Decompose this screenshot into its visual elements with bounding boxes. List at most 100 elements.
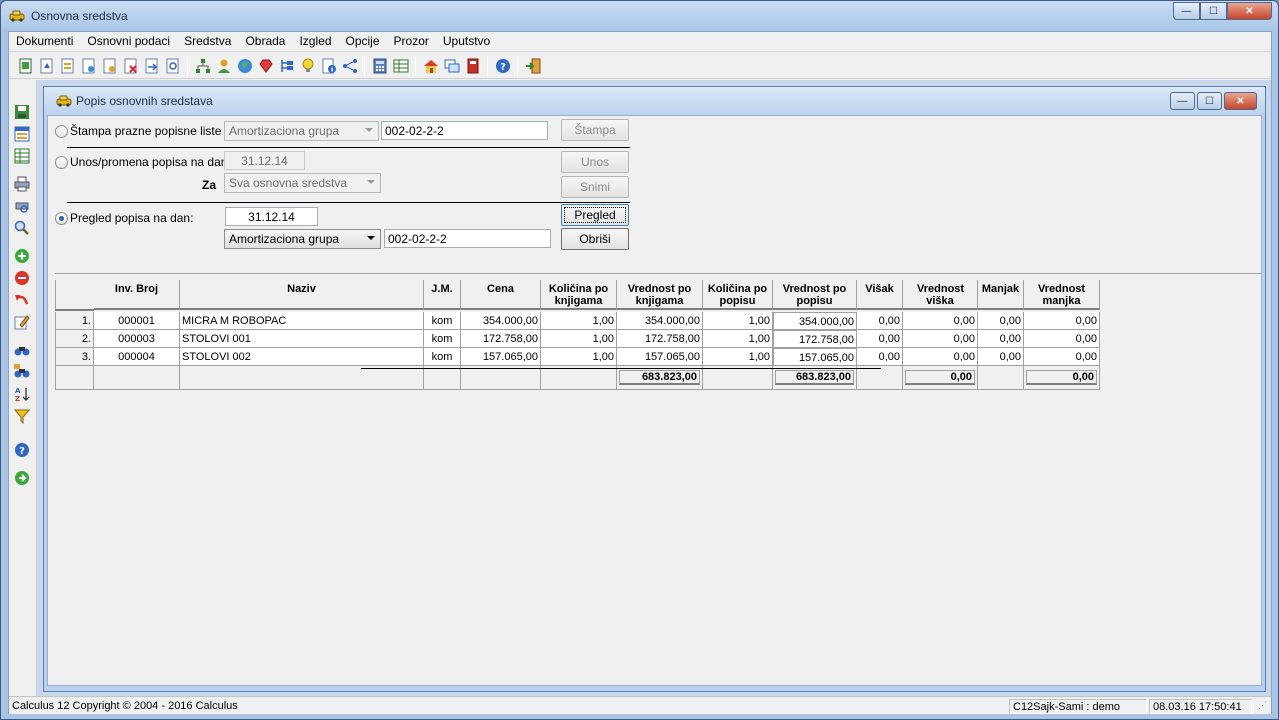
windows-icon[interactable] [444, 58, 460, 74]
review-option[interactable]: Pregled popisa na dan: [55, 211, 193, 225]
col-cena[interactable]: Cena [461, 280, 541, 310]
entry-radio[interactable] [55, 155, 68, 169]
menu-osnovni-podaci[interactable]: Osnovni podaci [80, 32, 177, 51]
sort-icon[interactable]: AZ [14, 386, 30, 402]
add-icon[interactable] [14, 248, 30, 264]
child-minimize-button[interactable]: — [1170, 92, 1195, 110]
document-new-icon[interactable] [81, 58, 97, 74]
child-close-button[interactable]: ✕ [1224, 92, 1257, 110]
form-icon[interactable] [14, 126, 30, 142]
cell-visak[interactable]: 0,00 [857, 312, 903, 330]
exit-icon[interactable] [525, 58, 541, 74]
col-vrednost-popis[interactable]: Vrednost po popisu [773, 280, 857, 310]
cell-visak[interactable]: 0,00 [857, 348, 903, 366]
filter-icon[interactable] [14, 408, 30, 424]
cell-cena[interactable]: 172.758,00 [461, 330, 541, 348]
unos-button[interactable]: Unos [561, 151, 629, 173]
print-empty-radio[interactable] [55, 124, 68, 138]
print-empty-code-field[interactable]: 002-02-2-2 [381, 121, 548, 140]
hierarchy-icon[interactable] [195, 58, 211, 74]
row-number[interactable]: 2. [55, 330, 94, 348]
entry-option[interactable]: Unos/promena popisa na dan: [55, 155, 231, 169]
cell-vrednost-knjige[interactable]: 354.000,00 [617, 312, 703, 330]
gem-icon[interactable] [258, 58, 274, 74]
table-icon[interactable] [14, 148, 30, 164]
cell-cena[interactable]: 157.065,00 [461, 348, 541, 366]
calculator-icon[interactable] [372, 58, 388, 74]
cell-vrednost-popis[interactable]: 172.758,00 [773, 330, 857, 348]
cell-kolicina-knjige[interactable]: 1,00 [541, 312, 617, 330]
close-button[interactable]: ✕ [1227, 2, 1272, 20]
col-vrednost-knjige[interactable]: Vrednost po knjigama [617, 280, 703, 310]
lightbulb-icon[interactable] [300, 58, 316, 74]
cell-inv-broj[interactable]: 000003 [94, 330, 180, 348]
col-inv-broj[interactable]: Inv. Broj [94, 280, 180, 310]
document-up-icon[interactable] [39, 58, 55, 74]
review-group-combo[interactable]: Amortizaciona grupa [224, 229, 381, 249]
print-icon[interactable] [14, 176, 30, 192]
document-copy-icon[interactable] [102, 58, 118, 74]
menu-obrada[interactable]: Obrada [238, 32, 292, 51]
forward-icon[interactable] [14, 470, 30, 486]
document-edit-icon[interactable] [60, 58, 76, 74]
menu-opcije[interactable]: Opcije [339, 32, 387, 51]
cell-vrednost-popis[interactable]: 354.000,00 [773, 312, 857, 330]
cell-inv-broj[interactable]: 000004 [94, 348, 180, 366]
child-maximize-button[interactable]: ☐ [1197, 92, 1222, 110]
cell-kolicina-knjige[interactable]: 1,00 [541, 330, 617, 348]
print-empty-group-combo[interactable]: Amortizaciona grupa [224, 121, 379, 141]
cell-jm[interactable]: kom [424, 312, 461, 330]
info-icon[interactable] [321, 58, 337, 74]
menu-dokumenti[interactable]: Dokumenti [9, 32, 80, 51]
edit-icon[interactable] [14, 314, 30, 330]
col-visak[interactable]: Višak [857, 280, 903, 310]
menu-prozor[interactable]: Prozor [387, 32, 436, 51]
user-icon[interactable] [216, 58, 232, 74]
review-date-field[interactable]: 31.12.14 [225, 207, 318, 226]
obrisi-button[interactable]: Obriši [561, 228, 629, 250]
cell-manjak[interactable]: 0,00 [978, 348, 1024, 366]
cell-jm[interactable]: kom [424, 348, 461, 366]
undo-icon[interactable] [14, 292, 30, 308]
cell-manjak[interactable]: 0,00 [978, 312, 1024, 330]
remove-icon[interactable] [14, 270, 30, 286]
cell-manjak[interactable]: 0,00 [978, 330, 1024, 348]
col-vrednost-viska[interactable]: Vrednost viška [903, 280, 978, 310]
cell-naziv[interactable]: STOLOVI 002 [180, 348, 424, 366]
menu-sredstva[interactable]: Sredstva [177, 32, 238, 51]
cell-vrednost-viska[interactable]: 0,00 [903, 330, 978, 348]
help-icon[interactable]: ? [495, 58, 511, 74]
menu-izgled[interactable]: Izgled [292, 32, 338, 51]
cell-vrednost-knjige[interactable]: 157.065,00 [617, 348, 703, 366]
cell-vrednost-viska[interactable]: 0,00 [903, 348, 978, 366]
col-kolicina-popis[interactable]: Količina po popisu [703, 280, 773, 310]
cell-vrednost-knjige[interactable]: 172.758,00 [617, 330, 703, 348]
cell-kolicina-popis[interactable]: 1,00 [703, 348, 773, 366]
row-number[interactable]: 3. [55, 348, 94, 366]
cell-naziv[interactable]: MICRA M ROBOPAC [180, 312, 424, 330]
document-search-icon[interactable] [165, 58, 181, 74]
find-icon[interactable] [14, 342, 30, 358]
cell-vrednost-manjka[interactable]: 0,00 [1024, 348, 1100, 366]
col-vrednost-manjka[interactable]: Vrednost manjka [1024, 280, 1100, 310]
pregled-button[interactable]: Pregled [561, 204, 629, 226]
cell-kolicina-popis[interactable]: 1,00 [703, 330, 773, 348]
spreadsheet-icon[interactable] [393, 58, 409, 74]
cell-cena[interactable]: 354.000,00 [461, 312, 541, 330]
book-icon[interactable] [465, 58, 481, 74]
entry-date-field[interactable]: 31.12.14 [224, 151, 305, 170]
entry-assets-combo[interactable]: Sva osnovna sredstva [224, 173, 381, 193]
document-export-icon[interactable] [144, 58, 160, 74]
resize-grip-icon[interactable]: ⋰ [1255, 699, 1269, 714]
minimize-button[interactable]: — [1173, 2, 1200, 20]
cell-vrednost-manjka[interactable]: 0,00 [1024, 312, 1100, 330]
cell-vrednost-manjka[interactable]: 0,00 [1024, 330, 1100, 348]
col-manjak[interactable]: Manjak [978, 280, 1024, 310]
tree-icon[interactable] [279, 58, 295, 74]
print-button[interactable]: Štampa [561, 119, 629, 141]
menu-uputstvo[interactable]: Uputstvo [436, 32, 497, 51]
document-delete-icon[interactable] [123, 58, 139, 74]
help-side-icon[interactable]: ? [14, 442, 30, 458]
row-number[interactable]: 1. [55, 312, 94, 330]
cell-jm[interactable]: kom [424, 330, 461, 348]
